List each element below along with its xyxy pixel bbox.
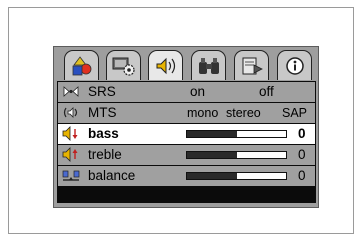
treble-slider[interactable] [186,151,287,159]
balance-value: 0 [298,168,306,183]
treble-label: treble [88,147,122,162]
audio-settings-list: SRS on off MTS mono stereo SAP bass 0 tr… [57,81,316,203]
mts-label: MTS [88,105,117,120]
info-icon [285,56,304,75]
tab-features[interactable] [191,50,226,80]
bass-value: 0 [298,126,306,141]
treble-slider-fill [187,152,237,158]
bass-slider[interactable] [186,130,287,138]
menu-row-bass[interactable]: bass 0 [58,124,315,144]
tab-setup[interactable] [106,50,141,80]
speaker-up-icon [62,147,78,162]
srs-option-on[interactable]: on [190,84,205,100]
treble-value: 0 [298,147,306,162]
mts-option-sap[interactable]: SAP [282,105,307,121]
tab-info[interactable] [277,50,312,80]
monitor-gear-icon [112,57,135,76]
srs-icon [63,86,79,97]
speaker-sound-icon [156,57,175,74]
balance-slider[interactable] [186,172,287,180]
speaker-down-icon [62,126,78,141]
tab-picture[interactable] [64,50,99,80]
menu-row-treble[interactable]: treble 0 [58,145,315,165]
srs-label: SRS [88,84,116,99]
mts-icon [63,107,78,118]
osd-menu-panel: SRS on off MTS mono stereo SAP bass 0 tr… [53,46,319,208]
menu-row-balance[interactable]: balance 0 [58,166,315,186]
tab-input[interactable] [234,50,269,80]
menu-row-mts[interactable]: MTS mono stereo SAP [58,103,315,123]
tab-audio[interactable] [148,50,183,80]
balance-slider-fill [187,173,237,179]
balance-icon [62,170,80,181]
screen-frame: SRS on off MTS mono stereo SAP bass 0 tr… [8,7,354,234]
bass-slider-fill [187,131,237,137]
mts-option-mono[interactable]: mono [187,105,218,121]
menu-row-srs[interactable]: SRS on off [58,82,315,102]
shapes-icon [72,55,91,75]
binoculars-icon [198,57,219,74]
menu-tab-bar [60,50,316,80]
srs-option-off[interactable]: off [259,84,274,100]
document-arrow-icon [242,57,263,74]
mts-option-stereo[interactable]: stereo [226,105,261,121]
balance-label: balance [88,168,136,183]
bass-label: bass [88,126,119,141]
